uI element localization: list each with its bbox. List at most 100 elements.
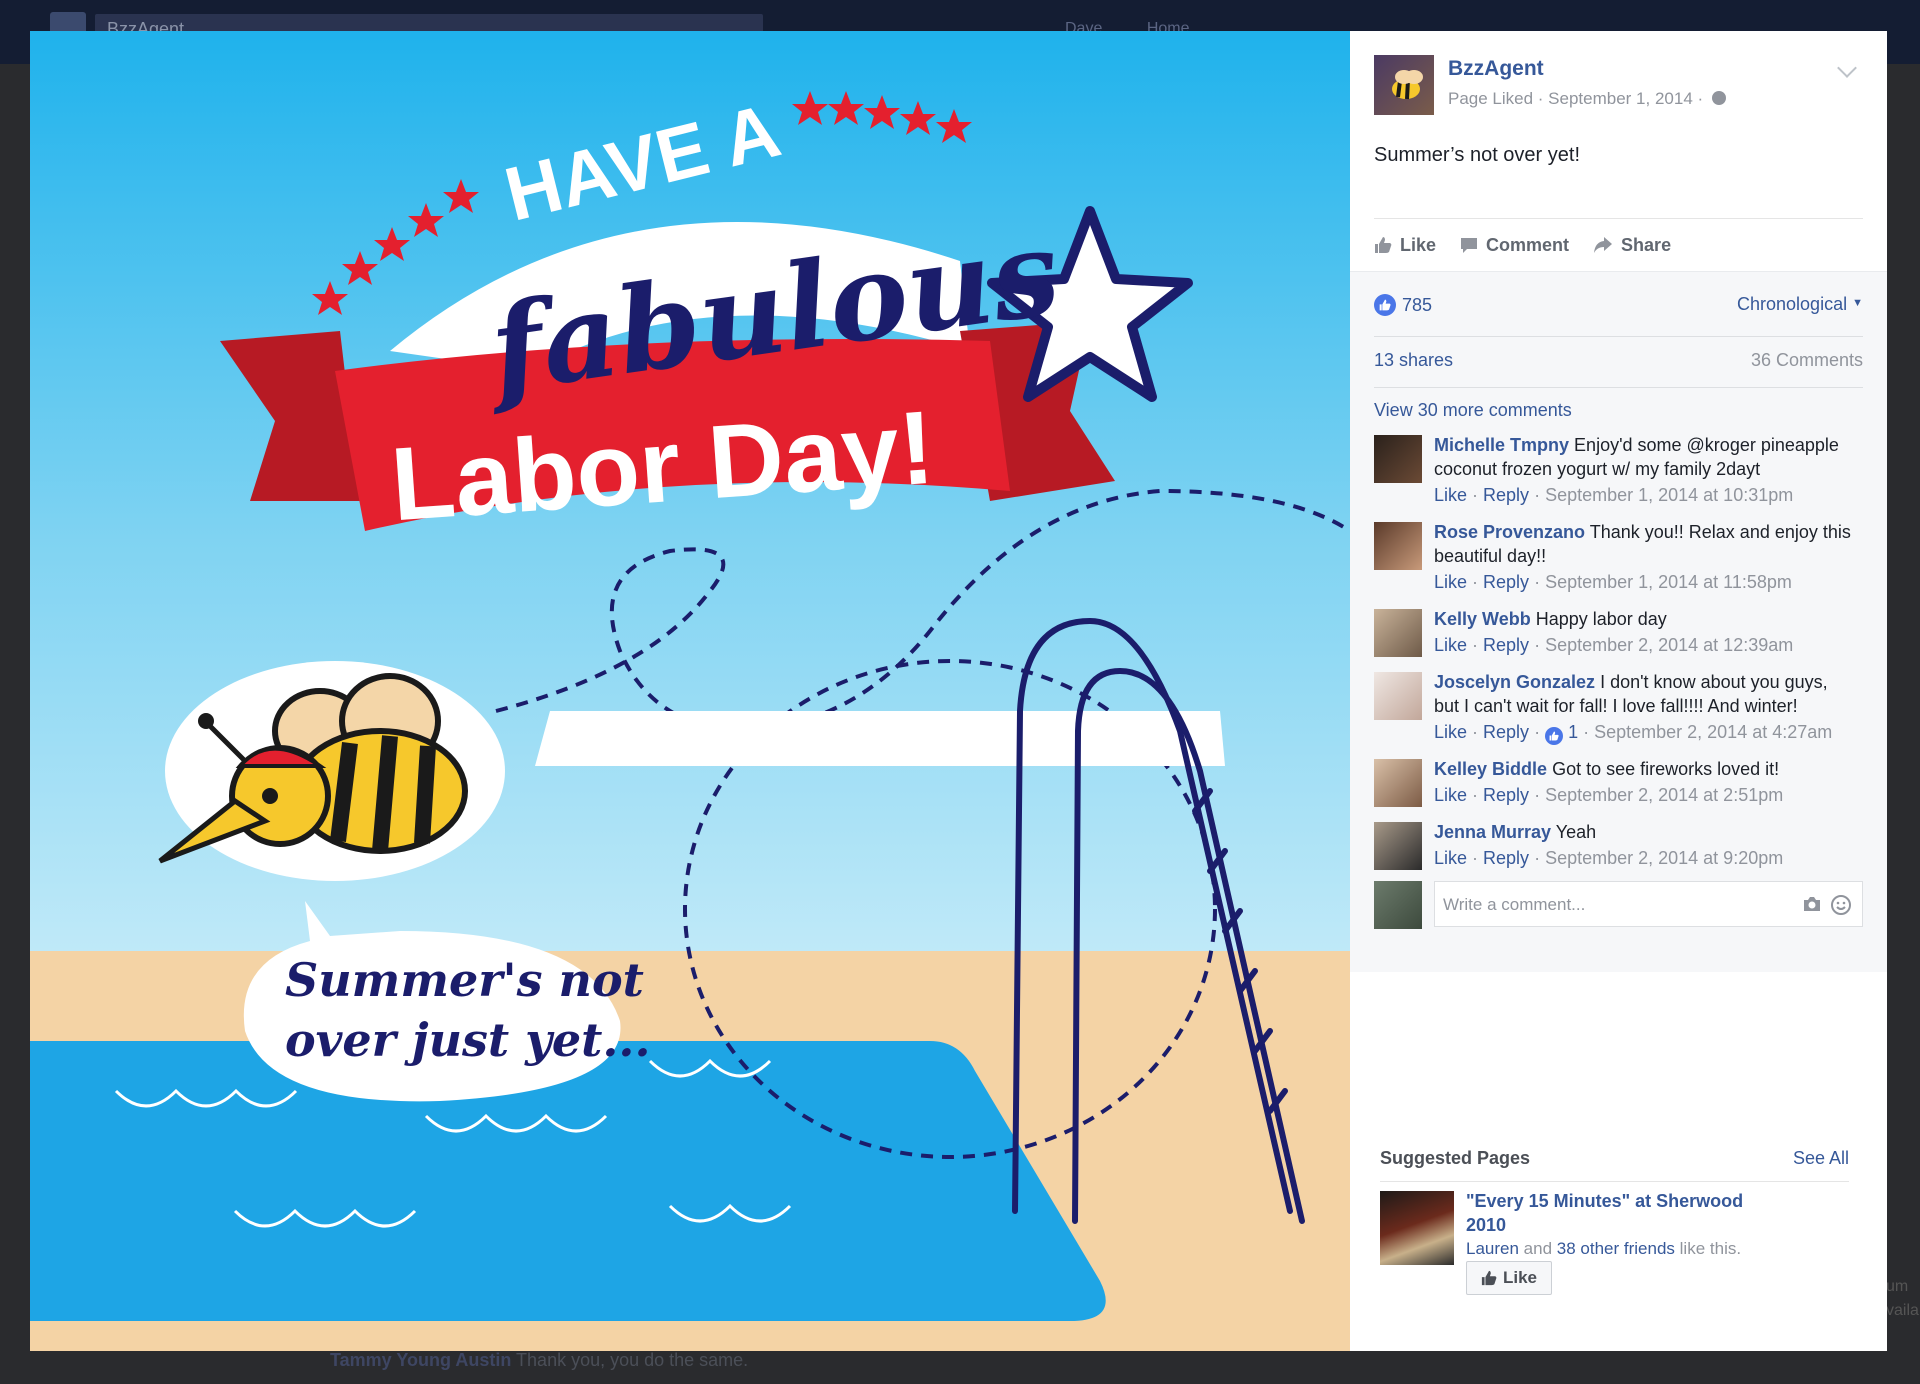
photo-lightbox: HAVE A fabulous Labor Day! Summer's not … [30,31,1887,1351]
bubble-line2: over just yet... [285,1013,650,1067]
comment-button[interactable]: Comment [1460,235,1569,256]
post-photo[interactable]: HAVE A fabulous Labor Day! Summer's not … [30,31,1350,1351]
post-meta: Page Liked · September 1, 2014 · [1448,89,1726,109]
comment-reply-link[interactable]: Reply [1483,785,1529,805]
comment-likes-count[interactable]: 1 [1568,722,1578,742]
comment-time[interactable]: September 2, 2014 at 9:20pm [1545,848,1783,868]
background-comment-name[interactable]: Tammy Young Austin [330,1350,511,1370]
see-all-link[interactable]: See All [1793,1148,1849,1169]
comment-text: Got to see fireworks loved it! [1552,759,1780,779]
background-comment-text: Thank you, you do the same. [516,1350,749,1370]
share-label: Share [1621,234,1672,255]
comment-icon [1461,238,1478,253]
divider [1380,1181,1849,1182]
comment-avatar[interactable] [1374,435,1422,483]
post-sidebar: BzzAgent Page Liked · September 1, 2014 … [1350,31,1887,1351]
comment-author[interactable]: Joscelyn Gonzalez [1434,672,1595,692]
comment-like-link[interactable]: Like [1434,572,1467,592]
comment-input[interactable] [1441,882,1775,928]
comment-avatar[interactable] [1374,609,1422,657]
thumbs-up-icon [1375,237,1392,253]
background-side-text-1: um [1886,1278,1909,1295]
comment-avatar[interactable] [1374,672,1422,720]
page-avatar[interactable] [1374,55,1434,115]
comment-like-link[interactable]: Like [1434,848,1467,868]
share-button[interactable]: Share [1593,235,1671,256]
comment-meta: Like · Reply · September 1, 2014 at 10:3… [1434,485,1794,505]
comment-reply-link[interactable]: Reply [1483,722,1529,742]
post-text: Summer’s not over yet! [1374,144,1581,166]
comment-time[interactable]: September 1, 2014 at 11:58pm [1545,572,1792,592]
background-side-text-2: vaila [1886,1302,1919,1319]
comment-like-link[interactable]: Like [1434,485,1467,505]
comment-meta: Like · Reply · September 2, 2014 at 2:51… [1434,785,1784,805]
divider [1374,387,1863,388]
comment-author[interactable]: Kelley Biddle [1434,759,1547,779]
like-button[interactable]: Like [1374,235,1436,256]
thumbs-up-icon [1481,1270,1497,1286]
comment-reply-link[interactable]: Reply [1483,485,1529,505]
comment-avatar[interactable] [1374,522,1422,570]
comment-avatar[interactable] [1374,822,1422,870]
suggested-page-like-button[interactable]: Like [1466,1261,1552,1295]
comment-like-link[interactable]: Like [1434,635,1467,655]
comment-time[interactable]: September 2, 2014 at 4:27am [1594,722,1832,742]
suggested-page-friends: Lauren and 38 other friends like this. [1466,1239,1741,1259]
sort-dropdown[interactable]: Chronological ▼ [1737,294,1863,315]
comment-author[interactable]: Michelle Tmpny [1434,435,1569,455]
page-name[interactable]: BzzAgent [1448,57,1544,81]
like-label: Like [1400,234,1437,255]
emoji-icon[interactable] [1830,894,1852,916]
suggested-page-image[interactable] [1380,1191,1454,1265]
camera-icon[interactable] [1802,895,1822,913]
comment-time[interactable]: September 2, 2014 at 2:51pm [1545,785,1783,805]
comment-author[interactable]: Kelly Webb [1434,609,1531,629]
share-icon [1594,237,1613,253]
comment-reply-link[interactable]: Reply [1483,848,1529,868]
likes-number: 785 [1402,294,1433,315]
diving-board [535,711,1225,766]
caret-down-icon: ▼ [1852,297,1863,309]
action-bar: Like Comment Share [1374,218,1863,271]
comment-time[interactable]: September 1, 2014 at 10:31pm [1545,485,1793,505]
current-user-avatar[interactable] [1374,881,1422,929]
post-meta-text: Page Liked · September 1, 2014 · [1448,89,1704,108]
pool [30,1041,1106,1321]
comment-like-link[interactable]: Like [1434,722,1467,742]
comment-meta: Like · Reply · 1 · September 2, 2014 at … [1434,719,1854,745]
background-side-text: um vaila [1886,1275,1919,1323]
sort-label: Chronological [1737,294,1848,314]
engagement-panel: 785 Chronological ▼ 13 shares 36 Comment… [1350,271,1887,972]
comment-text: Happy labor day [1535,609,1667,629]
other-friends-link[interactable]: 38 other friends [1557,1239,1675,1258]
globe-icon [1711,91,1726,105]
background-comment: Tammy Young Austin Thank you, you do the… [330,1350,930,1384]
friend-link[interactable]: Lauren [1466,1239,1519,1258]
friends-and: and [1523,1239,1553,1258]
comment-avatar[interactable] [1374,759,1422,807]
comment-meta: Like · Reply · September 1, 2014 at 11:5… [1434,572,1792,592]
suggested-pages-title: Suggested Pages [1380,1148,1531,1168]
comment-label: Comment [1486,234,1570,255]
comment-author[interactable]: Rose Provenzano [1434,522,1585,542]
comment-reply-link[interactable]: Reply [1483,572,1529,592]
likes-count[interactable]: 785 [1374,294,1432,316]
view-more-comments-link[interactable]: View 30 more comments [1374,400,1572,421]
comment-reply-link[interactable]: Reply [1483,635,1529,655]
suggested-like-label: Like [1502,1268,1538,1287]
chevron-down-icon[interactable] [1837,58,1857,78]
suggested-page-name[interactable]: "Every 15 Minutes" at Sherwood 2010 [1466,1189,1766,1237]
comments-count[interactable]: 36 Comments [1751,350,1863,371]
comment-time[interactable]: September 2, 2014 at 12:39am [1545,635,1793,655]
friends-suffix: like this. [1679,1239,1742,1258]
comment-meta: Like · Reply · September 2, 2014 at 12:3… [1434,635,1794,655]
comment-like-link[interactable]: Like [1434,785,1467,805]
like-reaction-icon [1374,294,1396,316]
comment-meta: Like · Reply · September 2, 2014 at 9:20… [1434,848,1784,868]
shares-link[interactable]: 13 shares [1374,350,1453,371]
like-reaction-icon [1545,727,1564,745]
comment-composer[interactable] [1434,881,1863,928]
divider [1374,336,1863,337]
comment-author[interactable]: Jenna Murray [1434,822,1551,842]
bubble-line1: Summer's not [285,953,644,1007]
